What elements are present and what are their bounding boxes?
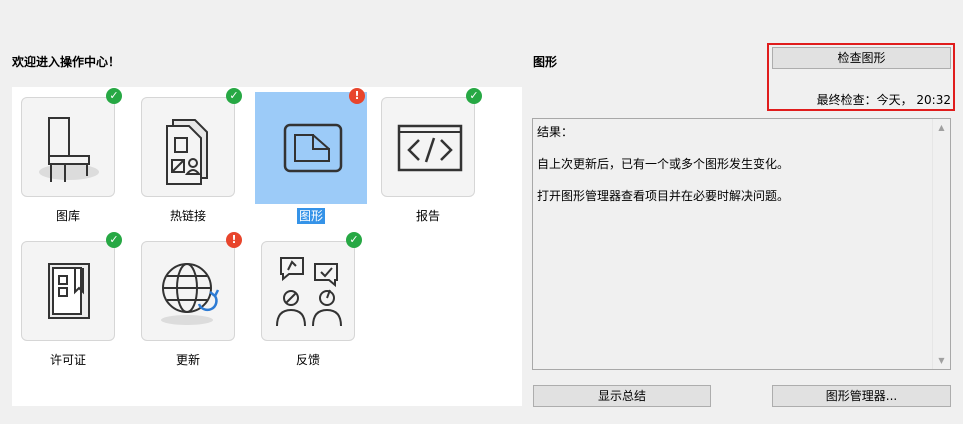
tile-library[interactable]: ✓ 图库 [12, 87, 124, 223]
result-line-1: 自上次更新后，已有一个或多个图形发生变化。 [537, 157, 790, 171]
status-ok-icon: ✓ [226, 88, 242, 104]
status-ok-icon: ✓ [466, 88, 482, 104]
tile-feedback[interactable]: ✓ 反馈 [252, 231, 364, 367]
drawing-manager-button[interactable]: 图形管理器... [772, 385, 951, 407]
tile-label: 更新 [175, 353, 200, 367]
tile-label: 图形 [296, 208, 325, 224]
hotlink-document-icon [166, 119, 208, 185]
license-book-icon [48, 263, 90, 319]
scroll-up-icon[interactable]: ▲ [933, 119, 950, 136]
tile-box [141, 241, 235, 341]
tile-label: 许可证 [49, 353, 86, 367]
result-text-area[interactable]: 结果： 自上次更新后，已有一个或多个图形发生变化。 打开图形管理器查看项目并在必… [532, 118, 951, 370]
tile-box [21, 97, 115, 197]
check-drawings-button[interactable]: 检查图形 [772, 47, 951, 69]
tile-drawings[interactable]: ! 图形 [255, 87, 367, 224]
show-summary-button[interactable]: 显示总结 [533, 385, 711, 407]
globe-update-icon [161, 263, 220, 325]
feedback-people-icon [276, 257, 342, 327]
tile-box [21, 241, 115, 341]
tile-update[interactable]: ! 更新 [132, 231, 244, 367]
tile-box [141, 97, 235, 197]
section-title: 图形 [533, 55, 558, 69]
tile-label: 反馈 [295, 353, 320, 367]
tile-panel: ✓ 图库 ✓ 热链接 ! 图形 ✓ 报告 ✓ 许可证 ! 更新 ✓ 反馈 [12, 87, 522, 406]
drawing-sheet-icon [283, 123, 343, 173]
status-ok-icon: ✓ [346, 232, 362, 248]
tile-report[interactable]: ✓ 报告 [372, 87, 484, 223]
tile-license[interactable]: ✓ 许可证 [12, 231, 124, 367]
tile-label: 图库 [55, 209, 80, 223]
chair-icon [39, 117, 99, 182]
status-warning-icon: ! [349, 88, 365, 104]
scroll-down-icon[interactable]: ▼ [933, 352, 950, 369]
vertical-scrollbar[interactable]: ▲ ▼ [932, 119, 950, 369]
code-report-icon [397, 124, 463, 172]
welcome-heading: 欢迎进入操作中心！ [12, 55, 121, 69]
tile-label: 报告 [415, 209, 440, 223]
status-warning-icon: ! [226, 232, 242, 248]
result-heading: 结果： [537, 125, 574, 139]
status-ok-icon: ✓ [106, 232, 122, 248]
tile-box [264, 97, 358, 197]
tile-label: 热链接 [169, 209, 206, 223]
tile-box [261, 241, 355, 341]
tile-box [381, 97, 475, 197]
status-ok-icon: ✓ [106, 88, 122, 104]
tile-hotlink[interactable]: ✓ 热链接 [132, 87, 244, 223]
last-check-time: 最终检查：今天， 20:32 [816, 93, 951, 107]
result-line-2: 打开图形管理器查看项目并在必要时解决问题。 [537, 189, 790, 203]
